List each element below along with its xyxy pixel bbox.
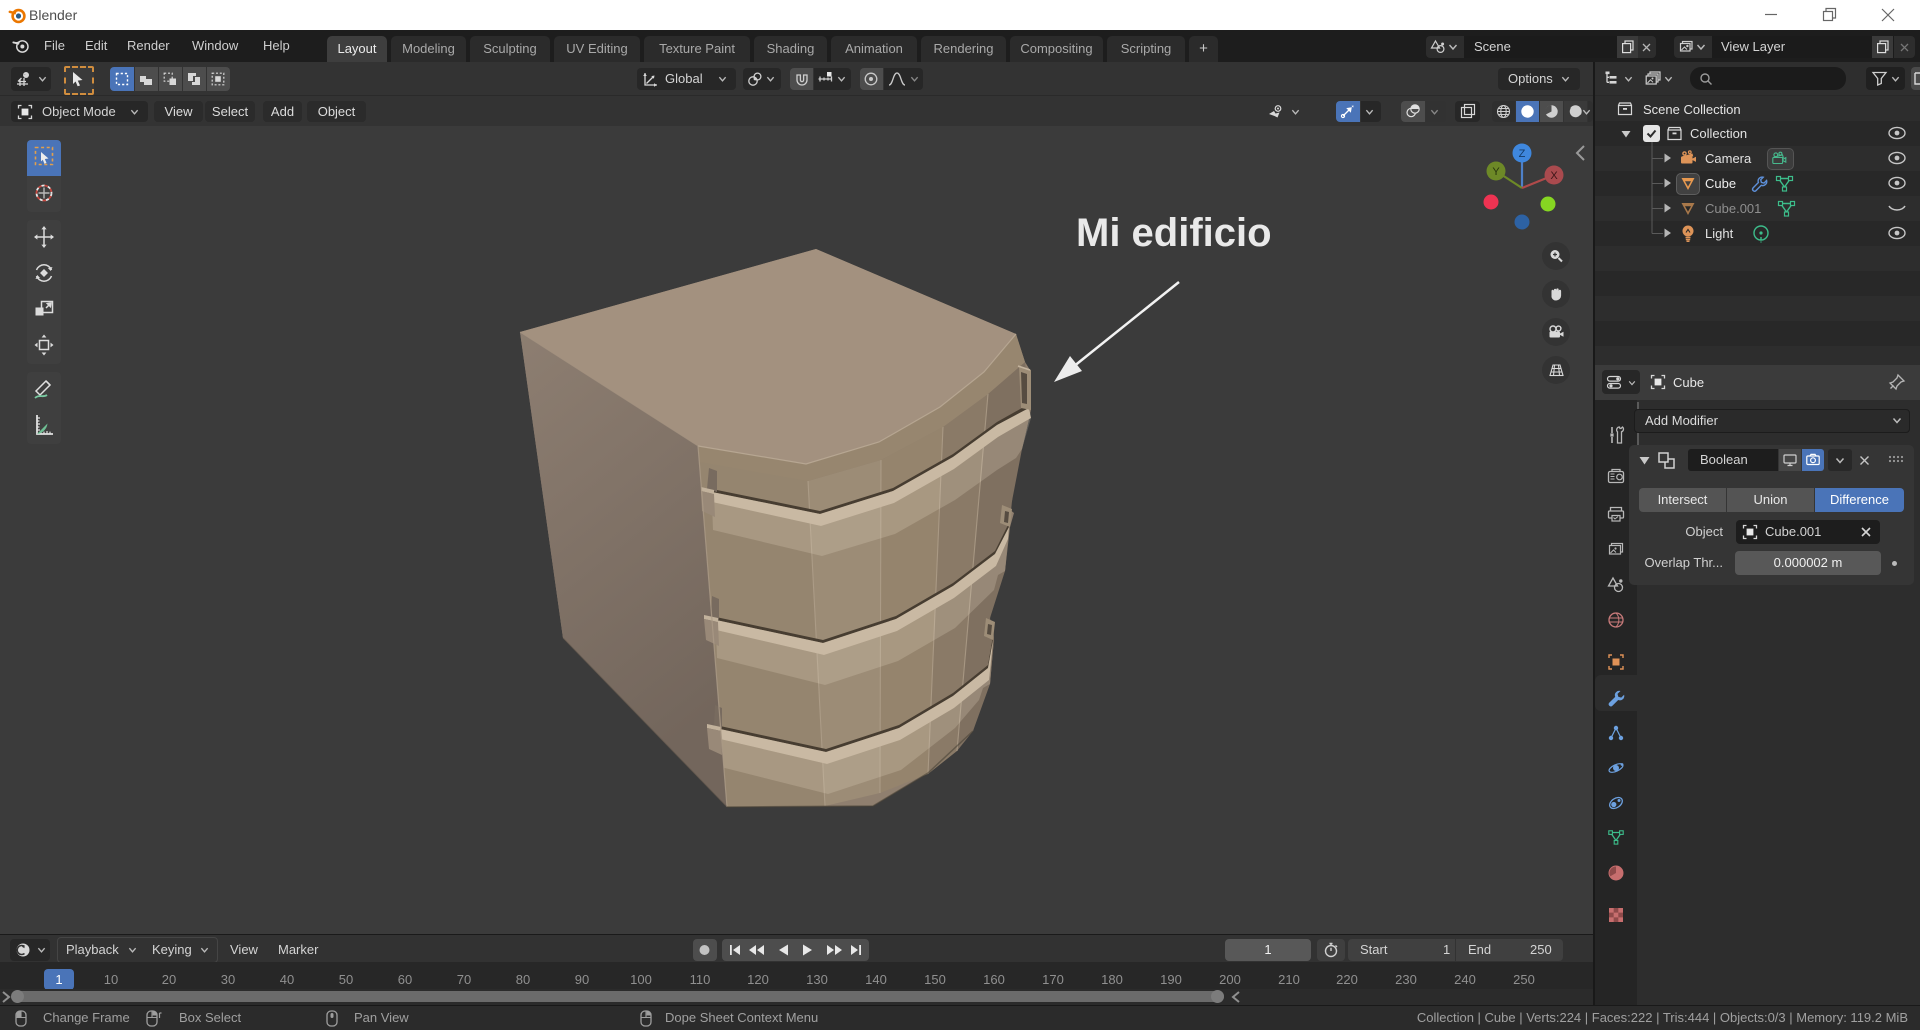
svg-text:Z: Z: [1519, 148, 1526, 160]
svg-text:Y: Y: [1492, 166, 1500, 178]
svg-text:X: X: [1550, 170, 1558, 182]
